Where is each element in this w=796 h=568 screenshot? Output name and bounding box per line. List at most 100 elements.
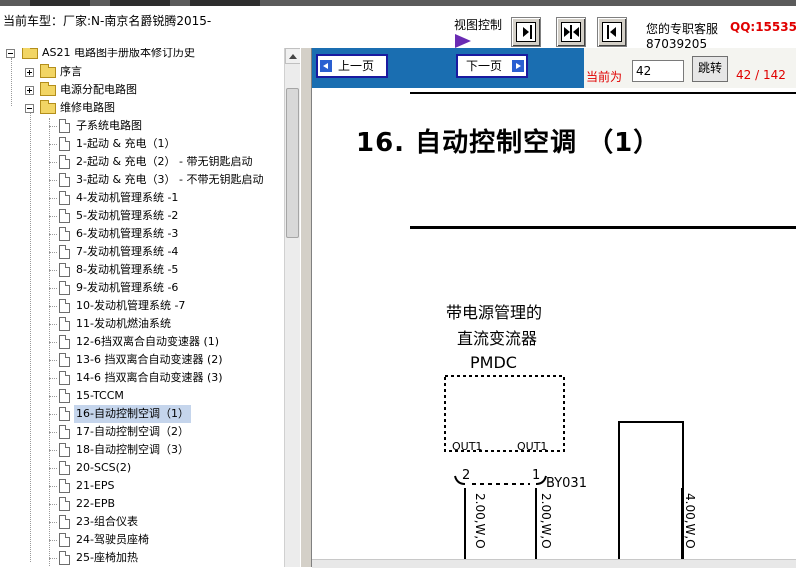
tree-item-label: 21-EPS — [76, 479, 115, 492]
tree-item[interactable]: 9-发动机管理系统 -6 — [0, 279, 284, 297]
tree-guide-line — [49, 486, 57, 487]
tree-item[interactable]: 子系统电路图 — [0, 117, 284, 135]
tree-item-label: 20-SCS(2) — [76, 461, 132, 474]
folder-icon — [22, 48, 38, 59]
view-next-page-button[interactable] — [511, 17, 541, 47]
tree-item[interactable]: 17-自动控制空调（2） — [0, 423, 284, 441]
component-box — [618, 421, 684, 567]
tree-item[interactable]: 8-发动机管理系统 -5 — [0, 261, 284, 279]
view-fit-width-button[interactable] — [556, 17, 586, 47]
tree-item[interactable]: 6-发动机管理系统 -3 — [0, 225, 284, 243]
tree-item[interactable]: 22-EPB — [0, 495, 284, 513]
tree-item[interactable]: 20-SCS(2) — [0, 459, 284, 477]
wire-spec-right: 2.00,W,O — [539, 493, 553, 549]
expand-icon[interactable] — [25, 68, 34, 77]
pmdc-label-line2: 直流变流器 — [457, 329, 537, 348]
prev-page-button[interactable]: 上一页 — [316, 54, 388, 78]
tree-item-label: 9-发动机管理系统 -6 — [76, 281, 179, 294]
tree-guide-line — [49, 414, 57, 415]
document-icon — [59, 551, 70, 565]
tree-item[interactable]: 21-EPS — [0, 477, 284, 495]
tree-item[interactable]: 14-6 挡双离合自动变速器 (3) — [0, 369, 284, 387]
tree-item[interactable]: 25-座椅加热 — [0, 549, 284, 567]
circuit-diagram-view[interactable]: 16. 自动控制空调 （1） 带电源管理的 直流变流器 PMDC OUT1 OU… — [312, 88, 796, 567]
wire-spec-left: 2.00,W,O — [473, 493, 487, 549]
tree-item[interactable]: 4-发动机管理系统 -1 — [0, 189, 284, 207]
tree-guide-line — [49, 180, 57, 181]
document-icon — [59, 443, 70, 457]
collapse-icon[interactable] — [25, 104, 34, 113]
tree-item-label: 13-6 挡双离合自动变速器 (2) — [76, 353, 223, 366]
tree-guide-line — [49, 540, 57, 541]
service-qq-link[interactable]: QQ:155350 — [730, 20, 796, 34]
jump-button[interactable]: 跳转 — [692, 56, 728, 82]
view-control-label: 视图控制 — [454, 18, 503, 32]
tree-item[interactable]: 15-TCCM — [0, 387, 284, 405]
next-page-icon — [516, 22, 536, 42]
tree-item-label: 16-自动控制空调（1） — [74, 405, 191, 423]
connector-id: BY031 — [546, 476, 587, 491]
document-icon — [59, 209, 70, 223]
tree-guide-line — [49, 324, 57, 325]
tree-item[interactable]: 5-发动机管理系统 -2 — [0, 207, 284, 225]
next-page-button[interactable]: 下一页 — [456, 54, 528, 78]
pin-number-left: 2 — [462, 468, 470, 483]
document-icon — [59, 173, 70, 187]
view-prev-page-button[interactable] — [597, 17, 627, 47]
tree-node-label: 维修电路图 — [60, 101, 115, 114]
tree-item-label: 23-组合仪表 — [76, 515, 138, 528]
tree-scrollbar[interactable] — [284, 48, 301, 567]
document-icon — [59, 245, 70, 259]
tree-guide-line — [49, 270, 57, 271]
pmdc-label-line1: 带电源管理的 — [446, 303, 542, 322]
document-icon — [59, 227, 70, 241]
tree-item[interactable]: 24-驾驶员座椅 — [0, 531, 284, 549]
toolbar-strip-button[interactable] — [30, 0, 90, 6]
tree-item-label: 子系统电路图 — [76, 119, 142, 132]
toolbar-strip-button[interactable] — [190, 0, 260, 6]
tree-item[interactable]: 7-发动机管理系统 -4 — [0, 243, 284, 261]
tree-guide-line — [49, 144, 57, 145]
document-icon — [59, 389, 70, 403]
prev-arrow-icon — [320, 60, 332, 72]
tree-item-label: 22-EPB — [76, 497, 116, 510]
tree-item[interactable]: 13-6 挡双离合自动变速器 (2) — [0, 351, 284, 369]
tree-guide-line — [49, 126, 57, 127]
toolbar-strip-button[interactable] — [110, 0, 170, 6]
scroll-up-arrow-icon[interactable] — [285, 48, 301, 64]
tree-item[interactable]: 18-自动控制空调（3） — [0, 441, 284, 459]
tree-item[interactable]: 1-起动 & 充电（1） — [0, 135, 284, 153]
tree-item[interactable]: 23-组合仪表 — [0, 513, 284, 531]
tree-item-label: 25-座椅加热 — [76, 551, 138, 564]
page-jump-panel: 当前为 跳转 42 / 142 — [584, 48, 796, 88]
folder-icon — [40, 64, 56, 78]
document-icon — [59, 461, 70, 475]
document-icon — [59, 191, 70, 205]
tree-guide-line — [49, 378, 57, 379]
tree-item[interactable]: 12-6挡双离合自动变速器 (1) — [0, 333, 284, 351]
tree-guide-line — [49, 216, 57, 217]
current-page-label: 当前为 — [586, 70, 623, 84]
wire-spec-far: 4.00,W,O — [683, 493, 697, 549]
document-icon — [59, 137, 70, 151]
document-icon — [59, 533, 70, 547]
tree-node-preface[interactable]: 序言 — [0, 63, 284, 81]
tree-item[interactable]: 10-发动机管理系统 -7 — [0, 297, 284, 315]
page-number-input[interactable] — [632, 60, 684, 82]
tree-item[interactable]: 16-自动控制空调（1） — [0, 405, 284, 423]
scroll-thumb[interactable] — [286, 88, 299, 238]
tree-item-label: 5-发动机管理系统 -2 — [76, 209, 179, 222]
tree-node-power-distribution[interactable]: 电源分配电路图 — [0, 81, 284, 99]
tree-item-label: 7-发动机管理系统 -4 — [76, 245, 179, 258]
pane-splitter[interactable] — [300, 48, 312, 567]
tree-guide-line — [49, 432, 57, 433]
document-icon — [59, 155, 70, 169]
collapse-icon[interactable] — [6, 49, 15, 58]
tree-root[interactable]: AS21 电路图手册版本修订历史 — [0, 48, 284, 62]
expand-icon[interactable] — [25, 86, 34, 95]
tree-item-label: 18-自动控制空调（3） — [76, 443, 189, 456]
tree-item[interactable]: 11-发动机燃油系统 — [0, 315, 284, 333]
tree-item[interactable]: 2-起动 & 充电（2） - 带无钥匙启动 — [0, 153, 284, 171]
tree-node-repair-circuits[interactable]: 维修电路图 — [0, 99, 284, 117]
tree-item[interactable]: 3-起动 & 充电（3） - 不带无钥匙启动 — [0, 171, 284, 189]
